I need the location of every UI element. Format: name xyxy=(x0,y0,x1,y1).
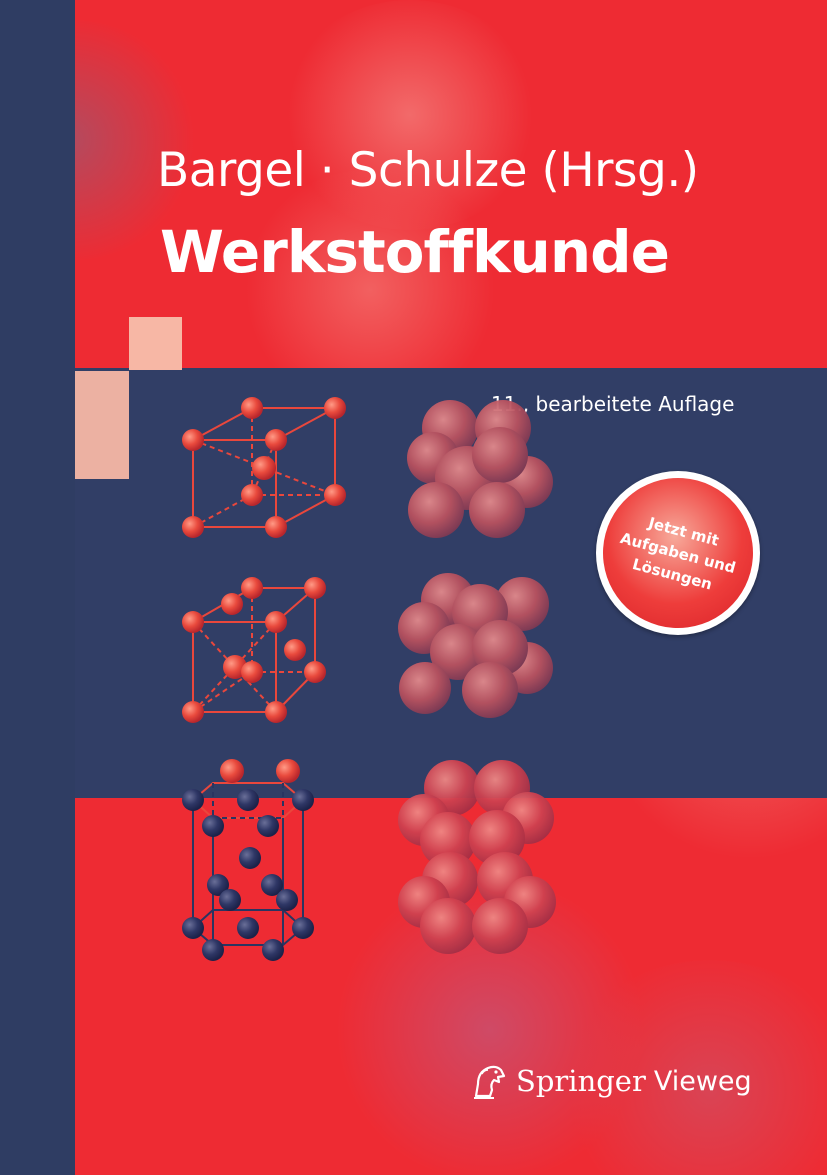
springer-horse-logo-icon xyxy=(474,1065,506,1099)
book-cover: Bargel · Schulze (Hrsg.) Werkstoffkunde … xyxy=(0,0,827,1175)
bcc-sphere-packing xyxy=(407,400,553,538)
fcc-sphere-packing xyxy=(398,573,553,718)
promo-badge-text: Jetzt mit Aufgaben und Lösungen xyxy=(612,506,744,600)
publisher-name: Springer xyxy=(516,1064,646,1098)
bcc-atoms xyxy=(182,397,346,538)
publisher-imprint-name: Vieweg xyxy=(653,1065,752,1097)
hcp-sphere-packing xyxy=(398,760,556,954)
hcp-atoms xyxy=(182,759,314,961)
publisher-imprint: Springer Vieweg xyxy=(468,1060,752,1102)
promo-badge: Jetzt mit Aufgaben und Lösungen xyxy=(586,461,770,645)
fcc-atoms xyxy=(182,577,326,723)
